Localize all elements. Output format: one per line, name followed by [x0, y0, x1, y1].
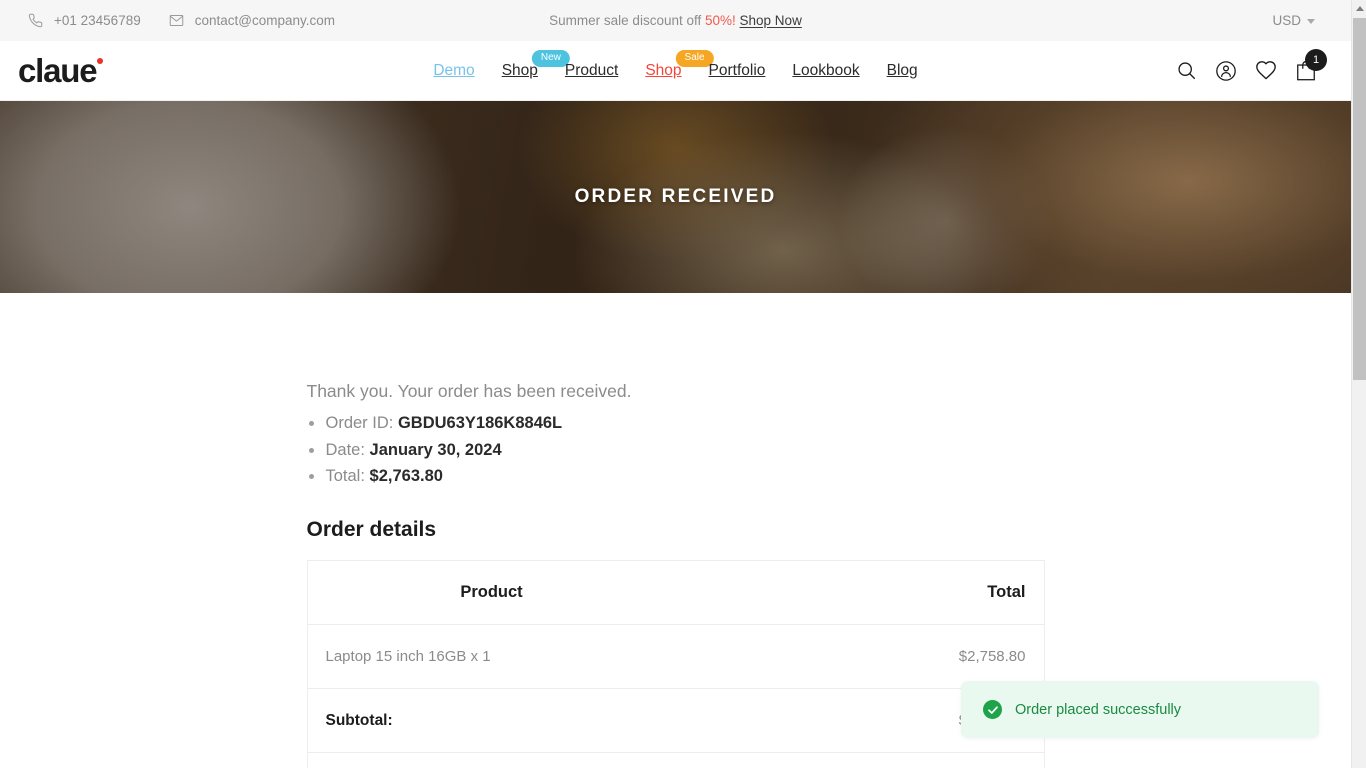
- table-row-product: Laptop 15 inch 16GB x 1 $2,758.80: [307, 624, 1044, 690]
- scrollbar-thumb[interactable]: [1353, 18, 1366, 380]
- topbar-contact-group: +01 23456789 contact@company.com: [0, 13, 335, 28]
- nav-label: Lookbook: [792, 61, 860, 79]
- cell-product-total: $2,758.80: [675, 624, 1044, 690]
- order-details-table: Product Total Laptop 15 inch 16GB x 1 $2…: [306, 560, 1045, 768]
- table-body: Laptop 15 inch 16GB x 1 $2,758.80 Subtot…: [307, 624, 1044, 768]
- content-container: Thank you. Your order has been received.…: [306, 381, 1045, 768]
- list-item-date: Date: January 30, 2024: [307, 437, 1045, 464]
- wishlist-heart-icon[interactable]: [1255, 60, 1277, 82]
- nav-item-lookbook[interactable]: Lookbook: [792, 62, 859, 80]
- order-id-label: Order ID:: [325, 414, 394, 432]
- currency-selector[interactable]: USD: [1272, 13, 1351, 28]
- logo-dot-icon: [97, 58, 104, 64]
- column-header-total: Total: [675, 560, 1044, 626]
- scrollbar-up-arrow-icon[interactable]: [1352, 0, 1366, 17]
- site-logo[interactable]: claue: [0, 52, 104, 89]
- header-action-icons: 1: [1176, 48, 1351, 82]
- total-value: $2,763.80: [369, 467, 443, 486]
- currency-value: USD: [1272, 13, 1301, 28]
- chevron-down-icon: [1307, 19, 1315, 24]
- order-summary-list: Order ID: GBDU63Y186K8846L Date: January…: [307, 410, 1045, 490]
- browser-viewport: +01 23456789 contact@company.com Summer …: [0, 0, 1366, 768]
- cart-count-badge: 1: [1305, 48, 1327, 71]
- nav-item-shop-sale[interactable]: Shop Sale: [645, 49, 714, 80]
- cell-shipping-value: $5.00 Via Standard Shipping: [675, 752, 1044, 768]
- promo-shop-now-link[interactable]: Shop Now: [740, 13, 802, 28]
- nav-item-blog[interactable]: Blog: [887, 62, 918, 80]
- page-title: ORDER RECEIVED: [574, 186, 777, 207]
- logo-text: claue: [18, 52, 98, 89]
- email-address: contact@company.com: [194, 13, 335, 28]
- nav-label: Shop: [645, 61, 682, 79]
- cart-bag-icon[interactable]: 1: [1295, 48, 1327, 82]
- nav-label: Product: [564, 61, 619, 79]
- promo-percent: 50%!: [704, 13, 736, 28]
- page-hero-banner: ORDER RECEIVED: [0, 101, 1351, 293]
- top-announcement-bar: +01 23456789 contact@company.com Summer …: [0, 0, 1351, 41]
- order-details-heading: Order details: [306, 518, 437, 542]
- date-label: Date:: [325, 440, 365, 459]
- nav-label: Blog: [886, 61, 918, 79]
- promo-prefix: Summer sale discount off: [549, 13, 705, 28]
- page-scrollbar[interactable]: [1351, 0, 1366, 768]
- account-icon[interactable]: [1215, 60, 1237, 82]
- envelope-icon: [169, 13, 184, 28]
- nav-item-shop-new[interactable]: Shop New: [501, 49, 570, 80]
- table-row-shipping: Shipping: $5.00 Via Standard Shipping: [307, 752, 1044, 768]
- nav-label: Demo: [433, 61, 475, 79]
- date-value: January 30, 2024: [369, 440, 502, 459]
- total-label: Total:: [325, 467, 365, 486]
- thank-you-message: Thank you. Your order has been received.: [306, 381, 632, 401]
- column-header-product: Product: [307, 560, 676, 626]
- site-header: claue Demo Shop New Product Shop Sale Po…: [0, 41, 1351, 101]
- nav-label: Portfolio: [708, 61, 766, 79]
- cell-shipping-label: Shipping:: [307, 752, 676, 768]
- cell-product-name: Laptop 15 inch 16GB x 1: [307, 624, 676, 690]
- cell-subtotal-label: Subtotal:: [307, 688, 676, 754]
- email-contact[interactable]: contact@company.com: [169, 13, 335, 28]
- list-item-total: Total: $2,763.80: [307, 463, 1045, 490]
- table-header-row: Product Total: [307, 560, 1044, 626]
- main-navigation: Demo Shop New Product Shop Sale Portfoli…: [433, 49, 918, 80]
- check-circle-icon: [983, 700, 1002, 719]
- page-root: +01 23456789 contact@company.com Summer …: [0, 0, 1351, 768]
- phone-number: +01 23456789: [54, 13, 141, 28]
- phone-icon: [28, 13, 43, 28]
- nav-label: Shop: [501, 61, 538, 79]
- table-row-subtotal: Subtotal: $2,758.80: [307, 688, 1044, 754]
- phone-contact[interactable]: +01 23456789: [28, 13, 141, 28]
- toast-message: Order placed successfully: [1015, 701, 1182, 718]
- order-id-value: GBDU63Y186K8846L: [397, 414, 563, 432]
- list-item-order-id: Order ID: GBDU63Y186K8846L: [307, 410, 1045, 437]
- table-header: Product Total: [307, 560, 1044, 626]
- search-icon[interactable]: [1176, 60, 1197, 81]
- nav-item-demo[interactable]: Demo: [433, 62, 474, 80]
- triangle-up-icon: [1355, 6, 1364, 11]
- nav-item-product[interactable]: Product: [565, 62, 618, 80]
- nav-item-portfolio[interactable]: Portfolio: [709, 62, 766, 80]
- success-toast-notification[interactable]: Order placed successfully: [961, 681, 1319, 738]
